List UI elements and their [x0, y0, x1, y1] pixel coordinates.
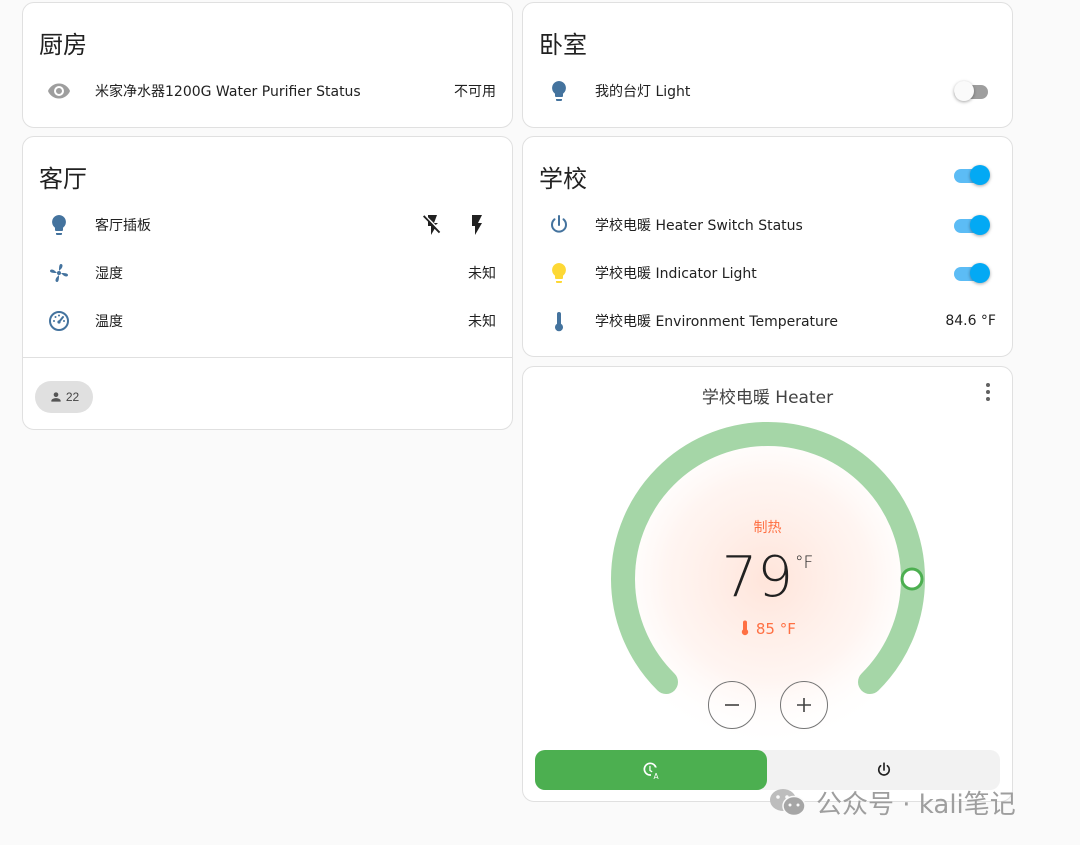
lightbulb-icon: [547, 79, 571, 103]
minus-icon: [725, 704, 739, 706]
entity-state: 未知: [468, 266, 496, 282]
eye-icon: [47, 79, 71, 103]
entity-name: 我的台灯 Light: [595, 84, 691, 100]
decrease-button[interactable]: [708, 681, 756, 729]
toggle-knob: [970, 215, 990, 235]
card-title: 厨房: [39, 31, 87, 59]
hvac-action: 制热: [753, 520, 782, 536]
watermark: 公众号 · kali笔记: [768, 784, 1016, 821]
entity-state: 未知: [468, 314, 496, 330]
power-icon: [875, 761, 893, 779]
wechat-icon: [768, 786, 808, 820]
header-toggle[interactable]: [954, 165, 990, 185]
card-title: 客厅: [39, 165, 87, 193]
flash-icon[interactable]: [465, 213, 489, 237]
person-icon: [49, 390, 63, 404]
card-title: 学校: [539, 165, 587, 193]
card-title: 卧室: [539, 31, 587, 59]
entity-row[interactable]: 学校电暖 Heater Switch Status: [523, 201, 1012, 249]
target-temperature: 79 °F: [523, 545, 1012, 610]
entity-name: 米家净水器1200G Water Purifier Status: [95, 84, 361, 100]
entity-state: 不可用: [454, 84, 496, 100]
entity-row[interactable]: 客厅插板: [23, 201, 512, 249]
entity-row[interactable]: 湿度 未知: [23, 249, 512, 297]
thermometer-icon: [547, 309, 571, 333]
current-value: 85 °F: [755, 620, 796, 638]
kitchen-card: 厨房 米家净水器1200G Water Purifier Status 不可用: [22, 2, 513, 128]
plus-icon: [797, 698, 811, 712]
mode-auto-button[interactable]: A: [535, 750, 767, 790]
gauge-icon: [47, 309, 71, 333]
current-temperature: 85 °F: [523, 620, 1012, 640]
indicator-light-toggle[interactable]: [954, 263, 990, 283]
more-vert-icon[interactable]: [980, 381, 996, 403]
living-room-card: 客厅 客厅插板 湿度 未知 温度 未知 22: [22, 136, 513, 430]
toggle-knob: [970, 165, 990, 185]
card-footer: 22: [23, 357, 512, 431]
entity-row[interactable]: 温度 未知: [23, 297, 512, 345]
toggle-knob: [970, 263, 990, 283]
light-toggle[interactable]: [954, 81, 990, 101]
lightbulb-icon: [547, 261, 571, 285]
badge-count: 22: [65, 390, 80, 404]
target-value: 79: [721, 545, 793, 610]
bedroom-card: 卧室 我的台灯 Light: [522, 2, 1013, 128]
thermostat-auto-icon: A: [641, 760, 661, 780]
entity-name: 温度: [95, 314, 123, 330]
watermark-text: 公众号 · kali笔记: [816, 790, 1016, 820]
entity-name: 客厅插板: [95, 218, 151, 234]
entity-row[interactable]: 学校电暖 Environment Temperature 84.6 °F: [523, 297, 1012, 345]
heater-switch-toggle[interactable]: [954, 215, 990, 235]
entity-name: 学校电暖 Environment Temperature: [595, 314, 838, 330]
increase-button[interactable]: [780, 681, 828, 729]
power-icon: [547, 213, 571, 237]
svg-text:A: A: [654, 772, 660, 780]
fan-icon: [47, 261, 71, 285]
toggle-knob: [954, 81, 974, 101]
entity-row[interactable]: 学校电暖 Indicator Light: [523, 249, 1012, 297]
entity-name: 学校电暖 Indicator Light: [595, 266, 757, 282]
area-badge[interactable]: 22: [35, 381, 93, 413]
thermostat-name: 学校电暖 Heater: [701, 388, 834, 408]
entity-name: 湿度: [95, 266, 123, 282]
entity-row[interactable]: 我的台灯 Light: [523, 67, 1012, 115]
thermostat-card: 学校电暖 Heater 制热 79 °F 85 °F A: [522, 366, 1013, 802]
lightbulb-icon: [47, 213, 71, 237]
entity-state: 84.6 °F: [945, 313, 996, 329]
flash-off-icon[interactable]: [421, 213, 445, 237]
thermometer-icon: [739, 620, 751, 640]
entity-row[interactable]: 米家净水器1200G Water Purifier Status 不可用: [23, 67, 512, 115]
entity-name: 学校电暖 Heater Switch Status: [595, 218, 803, 234]
school-card: 学校 学校电暖 Heater Switch Status 学校电暖 Indica…: [522, 136, 1013, 357]
target-unit: °F: [794, 553, 814, 573]
